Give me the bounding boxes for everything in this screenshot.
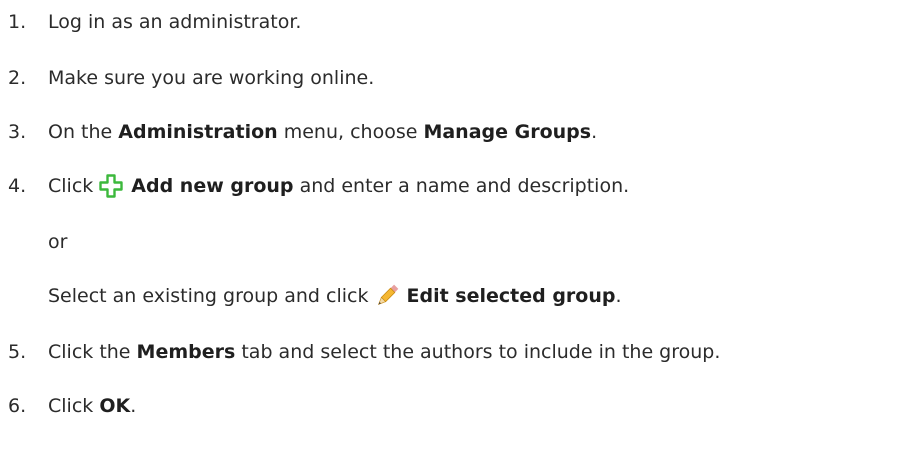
step-4-alternative: Select an existing group and click Edit … — [48, 284, 622, 308]
step-number: 6. — [8, 395, 27, 417]
edit-selected-group-label: Edit selected group — [406, 285, 616, 307]
step-text-suffix: . — [591, 121, 598, 143]
step-4-or: or — [48, 230, 67, 254]
step-number: 4. — [8, 175, 27, 197]
step-number: 1. — [8, 11, 27, 33]
step-text-suffix: and enter a name and description. — [293, 175, 630, 197]
step-text-prefix: Select an existing group and click — [48, 285, 369, 307]
step-text-middle: menu, choose — [277, 121, 424, 143]
step-1: 1. Log in as an administrator. — [8, 10, 301, 34]
step-text-prefix: On the — [48, 121, 119, 143]
step-text-prefix: Click — [48, 395, 100, 417]
pencil-icon — [375, 284, 399, 308]
step-5: 5. Click the Members tab and select the … — [8, 340, 720, 364]
step-text-suffix: tab and select the authors to include in… — [235, 341, 721, 363]
step-number: 3. — [8, 121, 27, 143]
step-3: 3. On the Administration menu, choose Ma… — [8, 120, 597, 144]
procedure-document: 1. Log in as an administrator. 2. Make s… — [0, 0, 908, 457]
step-text-suffix: . — [130, 395, 137, 417]
or-text: or — [48, 231, 68, 253]
members-tab-label: Members — [136, 341, 236, 363]
ok-button-label: OK — [99, 395, 131, 417]
add-new-group-label: Add new group — [131, 175, 294, 197]
step-number: 5. — [8, 341, 27, 363]
step-text-prefix: Click the — [48, 341, 137, 363]
step-number: 2. — [8, 67, 27, 89]
step-4: 4. Click Add new group and enter a name … — [8, 174, 629, 198]
step-text: Make sure you are working online. — [48, 67, 375, 89]
step-2: 2. Make sure you are working online. — [8, 66, 374, 90]
administration-menu-label: Administration — [118, 121, 278, 143]
manage-groups-label: Manage Groups — [423, 121, 592, 143]
step-text: Log in as an administrator. — [48, 11, 302, 33]
add-plus-icon — [99, 174, 123, 198]
step-text-prefix: Click — [48, 175, 94, 197]
step-text-suffix: . — [615, 285, 622, 307]
step-6: 6. Click OK . — [8, 394, 136, 418]
